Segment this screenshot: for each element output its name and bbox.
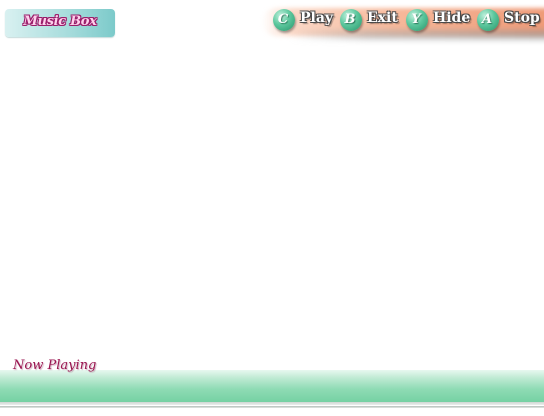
- now-playing-bar: [0, 370, 544, 402]
- now-playing-bar-edge: [0, 402, 544, 405]
- now-playing-bar-line: [0, 406, 544, 408]
- a-button-letter: A: [481, 12, 493, 27]
- app-title: Music Box: [23, 14, 97, 29]
- title-badge: Music Box: [5, 9, 115, 37]
- now-playing-label: Now Playing: [13, 358, 97, 373]
- button-bar-shadow: [290, 30, 544, 40]
- c-button-letter: C: [277, 12, 289, 27]
- music-box-screen: Music Box C Play B Exit Y Hide A Stop No…: [0, 0, 544, 416]
- play-label: Play: [300, 10, 334, 26]
- stop-label: Stop: [504, 10, 540, 26]
- b-button-letter: B: [344, 12, 356, 27]
- exit-label: Exit: [367, 10, 398, 26]
- y-button-letter: Y: [411, 12, 421, 27]
- hide-label: Hide: [433, 10, 471, 26]
